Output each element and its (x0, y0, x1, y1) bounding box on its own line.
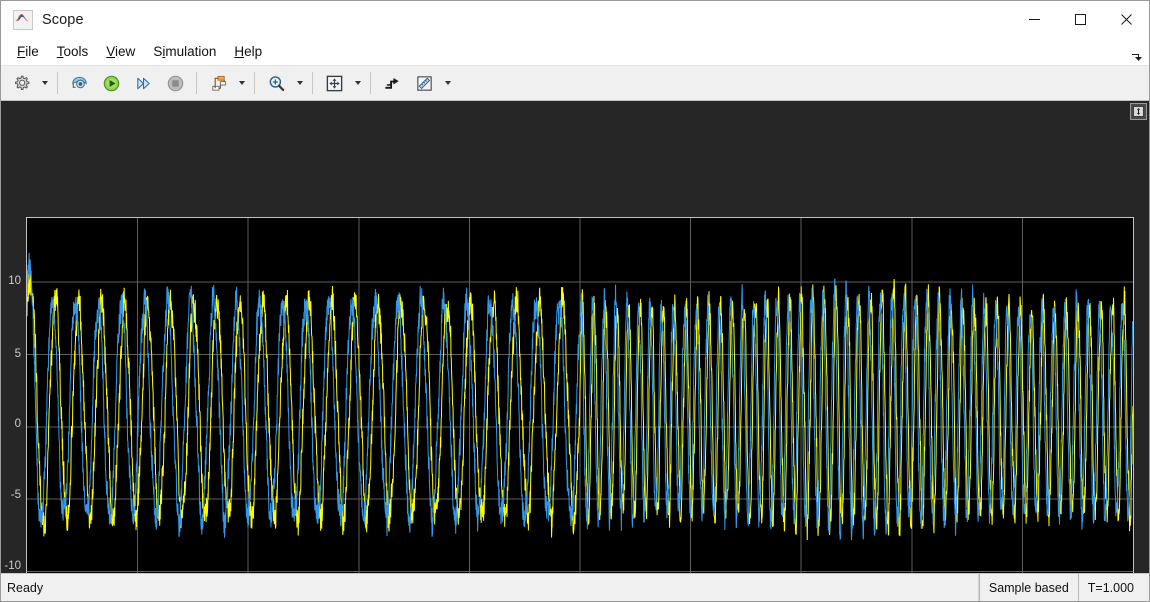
gear-icon (14, 75, 29, 90)
menu-label-view-rest: iew (115, 44, 136, 59)
zoom-button[interactable] (260, 69, 292, 97)
toolbar (1, 66, 1149, 101)
trigger-icon (384, 77, 399, 89)
zoom-in-magnifier-icon (269, 75, 284, 91)
menu-item-help[interactable]: Help (225, 41, 271, 62)
trigger-button[interactable] (376, 69, 408, 97)
back-to-simulink-button[interactable] (63, 69, 95, 97)
toolbar-separator-3 (254, 72, 255, 94)
toolbar-separator-4 (312, 72, 313, 94)
menu-label-file-rest: ile (25, 44, 39, 59)
back-to-model-icon (71, 76, 87, 88)
x-axis-labels: 0 0.1 0.2 0.3 0.4 0.5 0.6 0.7 0.8 0.9 1 (1, 101, 1149, 573)
toolbar-group-sim (63, 69, 191, 97)
toolbar-group-config (5, 69, 52, 97)
menu-label-help-rest: elp (244, 44, 263, 59)
measurements-button[interactable] (408, 69, 440, 97)
minimize-icon[interactable] (1011, 1, 1057, 38)
menu-label-tools-rest: ools (63, 44, 89, 59)
signal-selector-icon (211, 75, 226, 91)
window-title: Scope (42, 11, 84, 28)
title-bar: Scope (1, 1, 1149, 38)
stop-button[interactable] (159, 69, 191, 97)
maximize-icon[interactable] (1057, 1, 1103, 38)
toolbar-group-measure (376, 69, 455, 97)
status-time: T=1.000 (1077, 574, 1143, 601)
scope-window: Scope File Tools View Simulation Help 10… (0, 0, 1150, 602)
toolbar-group-autoscale (318, 69, 365, 97)
menu-overflow-arrow-icon[interactable] (1130, 50, 1144, 64)
maximize-axes-icon[interactable] (1130, 103, 1147, 120)
configuration-properties-button[interactable] (5, 69, 37, 97)
matlab-scope-icon (13, 9, 33, 30)
step-forward-icon (136, 77, 150, 89)
status-pad (1143, 574, 1149, 601)
toolbar-group-signal (202, 69, 249, 97)
play-icon (103, 75, 119, 91)
close-icon[interactable] (1103, 1, 1149, 38)
signal-selection-dropdown[interactable] (234, 69, 249, 97)
status-bar: Ready Sample based T=1.000 (1, 573, 1149, 601)
signal-selection-button[interactable] (202, 69, 234, 97)
run-button[interactable] (95, 69, 127, 97)
autoscale-button[interactable] (318, 69, 350, 97)
autoscale-dropdown[interactable] (350, 69, 365, 97)
toolbar-group-zoom (260, 69, 307, 97)
stop-icon (167, 75, 183, 91)
menu-item-view[interactable]: View (97, 41, 144, 62)
autoscale-arrows-icon (326, 75, 342, 91)
menu-bar: File Tools View Simulation Help (1, 38, 1149, 66)
menu-item-file[interactable]: File (8, 41, 48, 62)
menu-label-simulation-rest: mulation (165, 44, 217, 59)
window-controls (1011, 1, 1149, 38)
status-message: Ready (1, 574, 979, 601)
configuration-properties-dropdown[interactable] (37, 69, 52, 97)
menu-item-tools[interactable]: Tools (48, 41, 98, 62)
zoom-dropdown[interactable] (292, 69, 307, 97)
ruler-icon (416, 75, 432, 91)
toolbar-separator-2 (196, 72, 197, 94)
step-forward-button[interactable] (127, 69, 159, 97)
toolbar-separator-1 (57, 72, 58, 94)
plot-container: 10 5 0 -5 -10 -15 (1, 101, 1149, 573)
menu-item-simulation[interactable]: Simulation (144, 41, 225, 62)
measurements-dropdown[interactable] (440, 69, 455, 97)
toolbar-separator-5 (370, 72, 371, 94)
status-sample-mode: Sample based (978, 574, 1078, 601)
